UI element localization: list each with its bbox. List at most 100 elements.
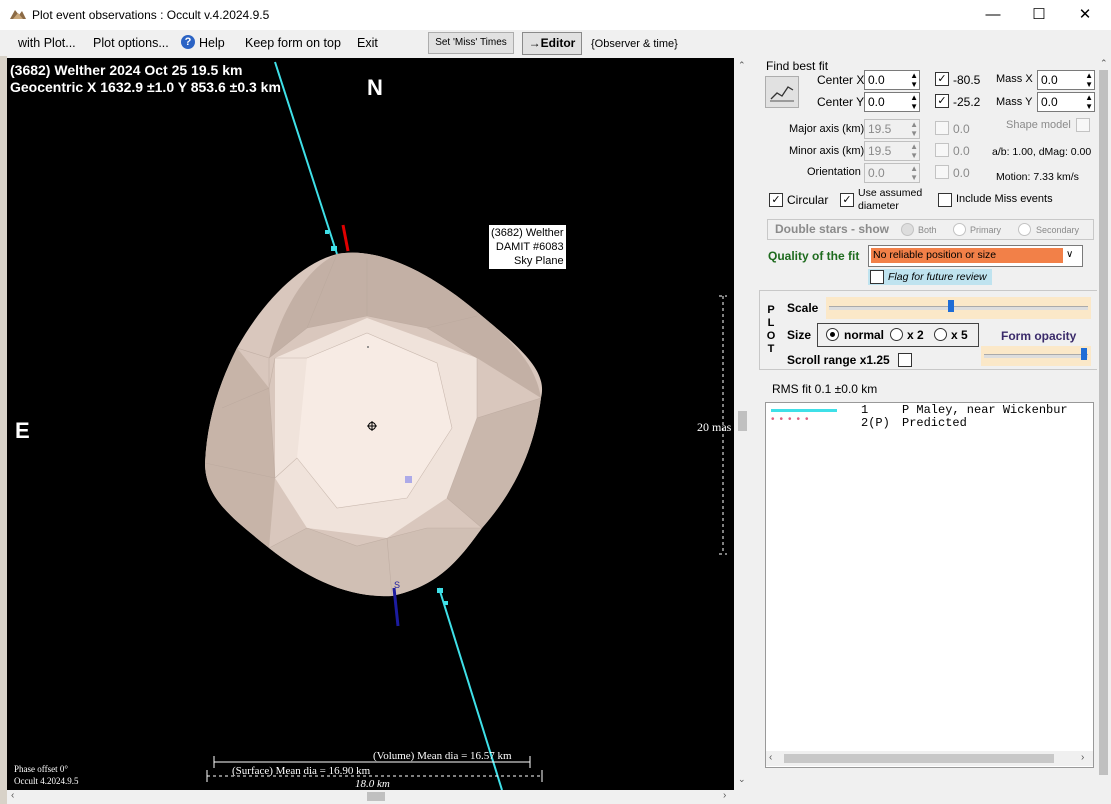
motion-label: Motion: 7.33 km/s — [996, 171, 1079, 183]
label-asteroid-name: (3682) Welther — [491, 227, 564, 239]
plot-letter-t: T — [767, 343, 775, 355]
minor-axis-input[interactable]: 19.5 ▲ ▼ — [864, 141, 920, 161]
minor-axis-checkbox[interactable] — [935, 143, 949, 157]
size-x2-radio[interactable] — [890, 328, 903, 341]
plot-canvas[interactable]: (3682) Welther 2024 Oct 25 19.5 km Geoce… — [7, 58, 734, 790]
mass-x-input[interactable]: 0.0 ▲ ▼ — [1037, 70, 1095, 90]
center-x-value: 0.0 — [868, 73, 885, 87]
quality-label: Quality of the fit — [768, 249, 860, 263]
plot-graphics: S — [204, 61, 727, 790]
legend-dots-predicted: ••••• — [771, 414, 814, 425]
orientation-input[interactable]: 0.0 ▲ ▼ — [864, 163, 920, 183]
orientation-chk-value: 0.0 — [953, 166, 970, 180]
minor-axis-chk-value: 0.0 — [953, 144, 970, 158]
orientation-value: 0.0 — [868, 166, 885, 180]
fix-x-checkbox[interactable]: ✓ — [935, 72, 949, 86]
double-stars-label: Double stars - show — [775, 222, 890, 236]
editor-button[interactable]: →Editor — [522, 32, 582, 55]
menu-with-plot[interactable]: with Plot... — [18, 36, 76, 50]
window-title: Plot event observations : Occult v.4.202… — [32, 8, 270, 22]
mass-y-input[interactable]: 0.0 ▲ ▼ — [1037, 92, 1095, 112]
scroll-thumb[interactable] — [738, 411, 747, 431]
size-x5-radio[interactable] — [934, 328, 947, 341]
form-opacity-slider[interactable] — [981, 346, 1091, 366]
title-bar: Plot event observations : Occult v.4.202… — [0, 0, 1111, 30]
flag-review-checkbox[interactable] — [870, 270, 884, 284]
center-y-label: Center Y — [817, 95, 865, 109]
help-icon[interactable]: ? — [181, 35, 195, 49]
legend-scroll-left-icon[interactable]: ‹ — [769, 752, 772, 763]
plot-letter-l: L — [767, 317, 775, 329]
both-radio[interactable] — [901, 223, 914, 236]
form-scroll-up-icon[interactable]: ⌃ — [1100, 58, 1108, 69]
x-value-label: -80.5 — [953, 73, 981, 87]
scroll-left-icon[interactable]: ‹ — [11, 790, 14, 801]
plot-horizontal-scrollbar[interactable]: ‹ › — [7, 790, 734, 804]
major-axis-value: 19.5 — [868, 122, 892, 136]
scale-mas-label: 20 mas — [697, 420, 732, 434]
legend-hscroll-thumb[interactable] — [784, 754, 1054, 763]
diameter-label: diameter — [858, 200, 899, 212]
plot-vertical-title: P L O T — [766, 304, 776, 356]
scroll-right-icon[interactable]: › — [723, 790, 726, 801]
close-icon[interactable]: ✕ — [1062, 0, 1108, 30]
scroll-range-label: Scroll range x1.25 — [787, 353, 890, 367]
size-normal-radio[interactable] — [826, 328, 839, 341]
background-window-edge — [0, 56, 7, 804]
menu-help[interactable]: Help — [199, 36, 225, 50]
primary-radio[interactable] — [953, 223, 966, 236]
minimize-icon[interactable]: — — [970, 0, 1016, 30]
include-miss-label: Include Miss events — [956, 193, 1053, 205]
menu-keep-on-top[interactable]: Keep form on top — [245, 36, 341, 50]
scale-slider-thumb[interactable] — [948, 300, 954, 312]
major-axis-input[interactable]: 19.5 ▲ ▼ — [864, 119, 920, 139]
scale-label: Scale — [787, 301, 819, 315]
set-miss-times-button[interactable]: Set 'Miss' Times — [428, 32, 514, 54]
size-label: Size — [787, 328, 812, 342]
plot-vertical-scrollbar[interactable]: ⌃ ⌄ — [734, 58, 751, 790]
south-marker: S — [394, 580, 400, 590]
observer-legend-list[interactable]: 1 P Maley, near Wickenbur ••••• 2(P) Pre… — [765, 402, 1094, 768]
width-km-label: 18.0 km — [355, 778, 390, 790]
major-axis-checkbox[interactable] — [935, 121, 949, 135]
secondary-label: Secondary — [1036, 225, 1080, 235]
minor-axis-label: Minor axis (km) — [789, 145, 865, 157]
legend-num-1: 1 — [861, 403, 869, 417]
quality-dropdown[interactable]: No reliable position or size ∨ — [868, 245, 1083, 267]
hscroll-thumb[interactable] — [367, 792, 385, 801]
form-scroll-thumb[interactable] — [1099, 70, 1108, 775]
menu-exit[interactable]: Exit — [357, 36, 378, 50]
surface-diameter-label: (Surface) Mean dia = 16.90 km — [232, 765, 371, 777]
shape-model-label: Shape model — [1006, 119, 1071, 131]
scroll-up-icon[interactable]: ⌃ — [738, 60, 746, 71]
include-miss-checkbox[interactable] — [938, 193, 952, 207]
scale-slider[interactable] — [826, 297, 1091, 319]
minor-axis-value: 19.5 — [868, 144, 892, 158]
menu-plot-options[interactable]: Plot options... — [93, 36, 169, 50]
use-assumed-diameter-checkbox[interactable]: ✓ — [840, 193, 854, 207]
center-of-mass-dot — [367, 346, 369, 348]
form-vertical-scrollbar[interactable]: ⌃ — [1097, 56, 1111, 804]
center-y-input[interactable]: 0.0 ▲ ▼ — [864, 92, 920, 112]
size-x2-label: x 2 — [907, 328, 924, 342]
observer-time-menu[interactable]: {Observer & time} — [591, 38, 678, 50]
circular-checkbox[interactable]: ✓ — [769, 193, 783, 207]
scroll-down-icon[interactable]: ⌄ — [738, 774, 746, 785]
y-value-label: -25.2 — [953, 95, 981, 109]
center-x-label: Center X — [817, 73, 865, 87]
fix-y-checkbox[interactable]: ✓ — [935, 94, 949, 108]
shape-model-checkbox[interactable] — [1076, 118, 1090, 132]
maximize-icon[interactable]: ☐ — [1016, 0, 1062, 30]
scroll-range-checkbox[interactable] — [898, 353, 912, 367]
legend-horizontal-scrollbar[interactable]: ‹ › — [766, 751, 1093, 766]
center-x-input[interactable]: 0.0 ▲ ▼ — [864, 70, 920, 90]
orientation-checkbox[interactable] — [935, 165, 949, 179]
secondary-radio[interactable] — [1018, 223, 1031, 236]
find-best-fit-button[interactable] — [765, 76, 799, 108]
opacity-slider-thumb[interactable] — [1081, 348, 1087, 360]
legend-scroll-right-icon[interactable]: › — [1081, 752, 1084, 763]
primary-label: Primary — [970, 225, 1001, 235]
flag-review-label: Flag for future review — [888, 271, 987, 283]
major-axis-label: Major axis (km) — [789, 123, 865, 135]
asteroid-shape-model — [204, 252, 543, 597]
